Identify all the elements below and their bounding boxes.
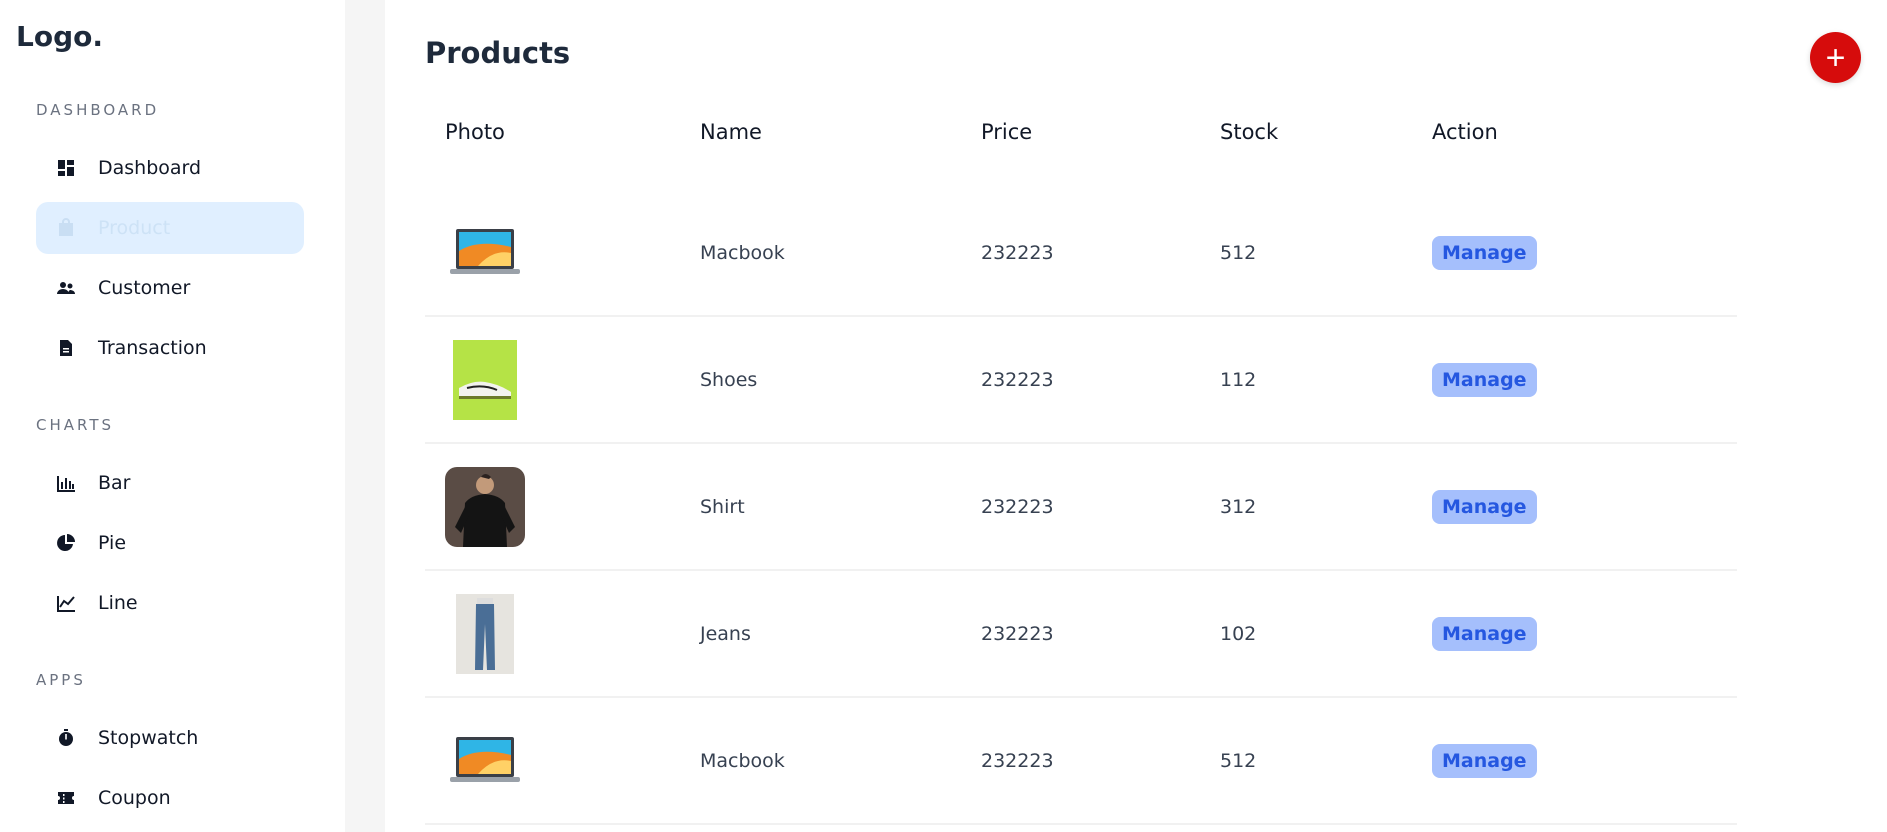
name-cell: Jeans xyxy=(700,622,751,645)
sidebar-item-label: Product xyxy=(98,217,171,239)
sidebar-item-label: Stopwatch xyxy=(98,727,199,749)
laptop-image xyxy=(445,213,525,293)
manage-button[interactable]: Manage xyxy=(1432,235,1537,270)
table-row[interactable]: Shirt 232223 312 Manage xyxy=(425,444,1737,571)
stopwatch-icon xyxy=(56,728,76,748)
table-row[interactable]: Jeans 232223 102 Manage xyxy=(425,571,1737,698)
photo-cell xyxy=(425,213,700,293)
header-photo: Photo xyxy=(445,120,505,144)
manage-button[interactable]: Manage xyxy=(1432,362,1537,397)
manage-button[interactable]: Manage xyxy=(1432,489,1537,524)
manage-button[interactable]: Manage xyxy=(1432,743,1537,778)
shoe-image xyxy=(445,339,525,420)
price-cell: 232223 xyxy=(981,241,1054,264)
sidebar-item-stopwatch[interactable]: Stopwatch xyxy=(36,712,304,764)
header-price: Price xyxy=(981,120,1033,144)
action-cell: Manage xyxy=(1432,616,1737,651)
action-cell: Manage xyxy=(1432,235,1737,270)
coupon-icon xyxy=(56,788,76,808)
sidebar-item-pie[interactable]: Pie xyxy=(36,517,304,569)
header-name: Name xyxy=(700,120,762,144)
page-title: Products xyxy=(425,36,571,70)
photo-cell xyxy=(425,466,700,547)
table-header: Photo Name Price Stock Action xyxy=(425,112,1737,152)
section-title-dashboard: DASHBOARD xyxy=(36,101,160,119)
bag-icon xyxy=(56,218,76,238)
sidebar-item-label: Line xyxy=(98,592,138,614)
price-cell: 232223 xyxy=(981,368,1054,391)
price-cell: 232223 xyxy=(981,749,1054,772)
sidebar: Logo. DASHBOARD Dashboard Product Custom… xyxy=(0,0,345,832)
app-root: Logo. DASHBOARD Dashboard Product Custom… xyxy=(0,0,1887,832)
sidebar-item-transaction[interactable]: Transaction xyxy=(36,322,304,374)
sidebar-item-bar[interactable]: Bar xyxy=(36,457,304,509)
stock-cell: 112 xyxy=(1220,368,1257,391)
line-chart-icon xyxy=(56,593,76,613)
header-action: Action xyxy=(1432,120,1498,144)
products-table: Photo Name Price Stock Action Macbook 23… xyxy=(425,112,1737,825)
action-cell: Manage xyxy=(1432,489,1737,524)
table-row[interactable]: Macbook 232223 512 Manage xyxy=(425,698,1737,825)
document-icon xyxy=(56,338,76,358)
photo-cell xyxy=(425,593,700,674)
dashboard-icon xyxy=(56,158,76,178)
price-cell: 232223 xyxy=(981,495,1054,518)
manage-button[interactable]: Manage xyxy=(1432,616,1537,651)
section-title-charts: CHARTS xyxy=(36,416,115,434)
jeans-image xyxy=(445,593,525,674)
photo-cell xyxy=(425,339,700,420)
sidebar-item-label: Coupon xyxy=(98,787,171,809)
bar-chart-icon xyxy=(56,473,76,493)
sidebar-item-dashboard[interactable]: Dashboard xyxy=(36,142,304,194)
name-cell: Macbook xyxy=(700,749,785,772)
sidebar-item-product[interactable]: Product xyxy=(36,202,304,254)
table-body: Macbook 232223 512 Manage Shoes 232223 1… xyxy=(425,190,1737,825)
sidebar-item-label: Bar xyxy=(98,472,131,494)
table-row[interactable]: Macbook 232223 512 Manage xyxy=(425,190,1737,317)
name-cell: Shirt xyxy=(700,495,745,518)
section-title-apps: APPS xyxy=(36,671,86,689)
stock-cell: 512 xyxy=(1220,241,1257,264)
stock-cell: 102 xyxy=(1220,622,1257,645)
name-cell: Macbook xyxy=(700,241,785,264)
price-cell: 232223 xyxy=(981,622,1054,645)
logo[interactable]: Logo. xyxy=(16,18,345,56)
photo-cell xyxy=(425,721,700,801)
stock-cell: 312 xyxy=(1220,495,1257,518)
sidebar-item-label: Pie xyxy=(98,532,127,554)
sidebar-item-label: Customer xyxy=(98,277,191,299)
sidebar-item-label: Dashboard xyxy=(98,157,202,179)
pie-chart-icon xyxy=(56,533,76,553)
header-stock: Stock xyxy=(1220,120,1279,144)
table-row[interactable]: Shoes 232223 112 Manage xyxy=(425,317,1737,444)
action-cell: Manage xyxy=(1432,743,1737,778)
action-cell: Manage xyxy=(1432,362,1737,397)
main-content: Products + Photo Name Price Stock Action xyxy=(385,0,1887,832)
name-cell: Shoes xyxy=(700,368,758,391)
sidebar-item-line[interactable]: Line xyxy=(36,577,304,629)
sidebar-item-customer[interactable]: Customer xyxy=(36,262,304,314)
shirt-image xyxy=(445,466,525,547)
sidebar-item-label: Transaction xyxy=(98,337,207,359)
stock-cell: 512 xyxy=(1220,749,1257,772)
laptop-image xyxy=(445,721,525,801)
users-icon xyxy=(56,278,76,298)
add-product-button[interactable]: + xyxy=(1810,32,1861,83)
sidebar-divider xyxy=(345,0,385,832)
sidebar-item-coupon[interactable]: Coupon xyxy=(36,772,304,824)
